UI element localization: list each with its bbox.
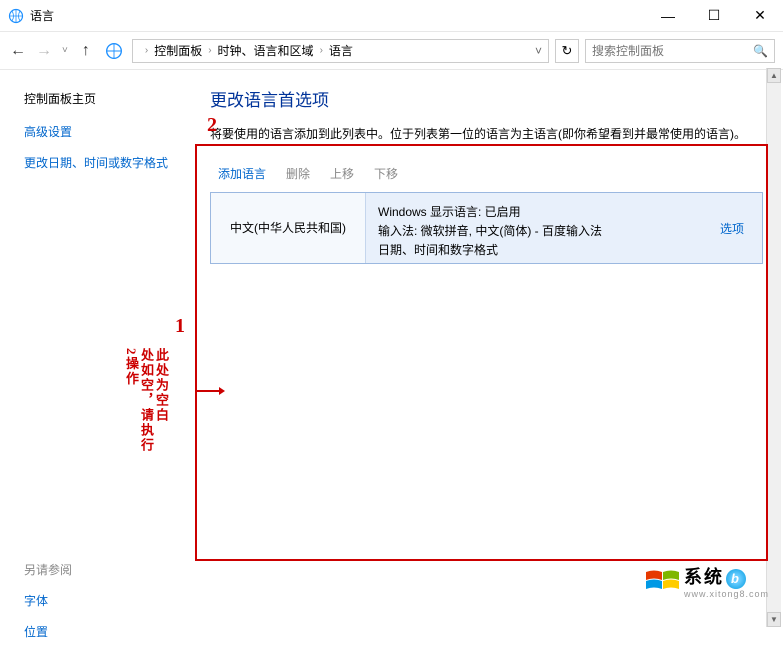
chevron-down-icon[interactable]: ˅ (535, 44, 542, 58)
globe-icon (105, 42, 123, 60)
history-dropdown-icon[interactable]: ˅ (62, 45, 68, 56)
annotation-arrow-icon (195, 385, 225, 397)
language-name: 中文(中华人民共和国) (211, 193, 366, 263)
annotation-number-1: 1 (175, 315, 185, 338)
control-panel-home[interactable]: 控制面板主页 (24, 90, 180, 107)
watermark: 系统b www.xitong8.com (644, 563, 769, 599)
chevron-right-icon: › (145, 45, 148, 56)
vertical-scrollbar[interactable]: ▲ ▼ (766, 68, 781, 627)
sidebar-link-fonts[interactable]: 字体 (24, 592, 180, 609)
search-box[interactable]: 🔍 (585, 39, 775, 63)
close-button[interactable]: ✕ (737, 0, 783, 32)
globe-icon (8, 8, 24, 24)
watermark-url: www.xitong8.com (684, 589, 769, 599)
up-button[interactable]: ↑ (76, 41, 96, 61)
title-bar: 语言 — ☐ ✕ (0, 0, 783, 32)
date-format-line: 日期、时间和数字格式 (378, 241, 690, 260)
language-options-link[interactable]: 选项 (702, 193, 762, 263)
sidebar-link-location[interactable]: 位置 (24, 623, 180, 640)
breadcrumb-item[interactable]: 语言 (329, 42, 353, 59)
add-language-button[interactable]: 添加语言 (218, 165, 266, 182)
see-also-heading: 另请参阅 (24, 561, 180, 578)
window-controls: — ☐ ✕ (645, 0, 783, 32)
sidebar-link-advanced[interactable]: 高级设置 (24, 123, 180, 140)
move-up-button[interactable]: 上移 (330, 165, 354, 182)
chevron-right-icon: › (320, 45, 323, 56)
page-heading: 更改语言首选项 (210, 86, 763, 111)
maximize-button[interactable]: ☐ (691, 0, 737, 32)
windows-flag-icon (644, 568, 680, 594)
remove-button[interactable]: 删除 (286, 165, 310, 182)
search-icon[interactable]: 🔍 (753, 44, 768, 58)
annotation-number-2: 2 (207, 114, 217, 137)
input-method-line: 输入法: 微软拼音, 中文(简体) - 百度输入法 (378, 222, 690, 241)
forward-button[interactable]: → (34, 41, 54, 61)
search-input[interactable] (592, 44, 753, 58)
toolbar: 添加语言 删除 上移 下移 (210, 161, 763, 186)
refresh-button[interactable]: ↻ (555, 39, 579, 63)
watermark-title: 系统b (684, 563, 769, 589)
breadcrumb-item[interactable]: 时钟、语言和区域 (218, 42, 314, 59)
chevron-right-icon: › (208, 45, 211, 56)
nav-bar: ← → ˅ ↑ › 控制面板 › 时钟、语言和区域 › 语言 ˅ ↻ 🔍 (0, 32, 783, 70)
breadcrumb[interactable]: › 控制面板 › 时钟、语言和区域 › 语言 ˅ (132, 39, 549, 63)
scroll-up-icon[interactable]: ▲ (767, 68, 781, 83)
back-button[interactable]: ← (8, 41, 28, 61)
breadcrumb-item[interactable]: 控制面板 (154, 42, 202, 59)
window-title: 语言 (30, 7, 54, 24)
sidebar-link-datetime[interactable]: 更改日期、时间或数字格式 (24, 154, 180, 171)
language-row[interactable]: 中文(中华人民共和国) Windows 显示语言: 已启用 输入法: 微软拼音,… (210, 192, 763, 264)
display-language-line: Windows 显示语言: 已启用 (378, 203, 690, 222)
page-description: 将要使用的语言添加到此列表中。位于列表第一位的语言为主语言(即你希望看到并最常使… (210, 125, 763, 143)
scroll-down-icon[interactable]: ▼ (767, 612, 781, 627)
annotation-vertical-text: 2操作 (122, 348, 141, 387)
language-details: Windows 显示语言: 已启用 输入法: 微软拼音, 中文(简体) - 百度… (366, 193, 702, 263)
move-down-button[interactable]: 下移 (374, 165, 398, 182)
minimize-button[interactable]: — (645, 0, 691, 32)
